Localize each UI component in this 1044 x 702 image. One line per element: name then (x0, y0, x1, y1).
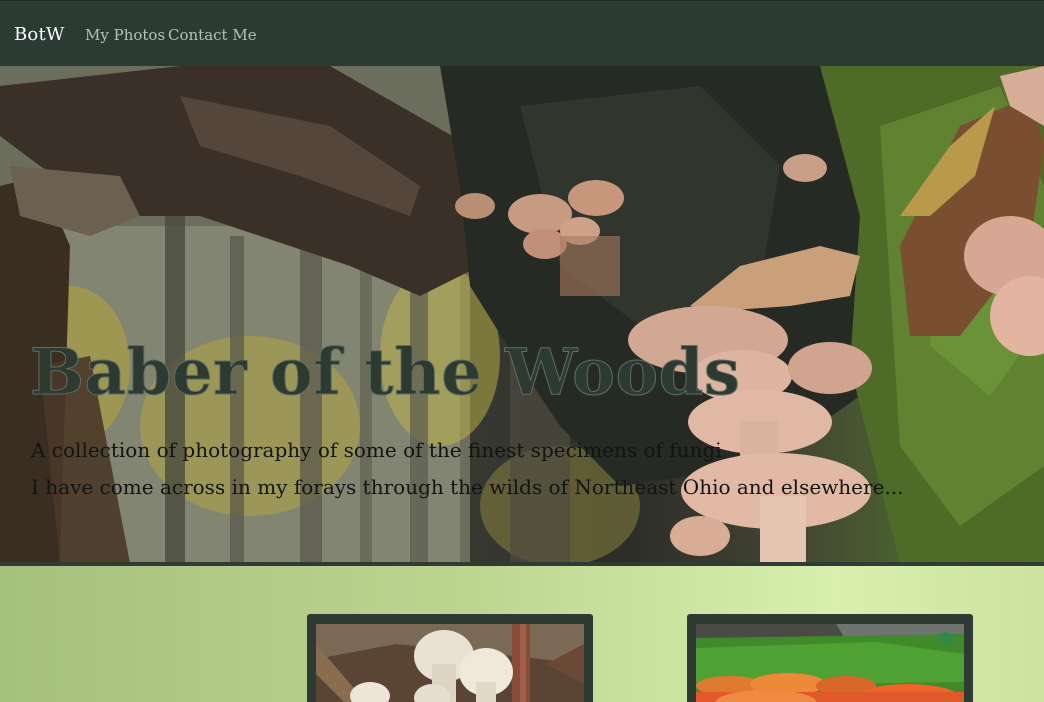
gallery-photo-orange-fungi[interactable] (696, 624, 964, 702)
gallery-card-orange-fungi[interactable] (687, 614, 973, 702)
nav-link-contact-me[interactable]: Contact Me (168, 26, 257, 44)
navbar: BotW My Photos Contact Me (0, 0, 1044, 66)
gallery-card-puffballs[interactable] (307, 614, 593, 702)
hero-banner: Baber of the Woods A collection of photo… (0, 66, 1044, 563)
gallery-photo-puffballs[interactable] (316, 624, 584, 702)
hero-subtitle-line-2: I have come across in my forays through … (31, 475, 904, 499)
nav-link-my-photos[interactable]: My Photos (85, 26, 165, 44)
brand-link[interactable]: BotW (14, 24, 65, 45)
hero-subtitle-line-1: A collection of photography of some of t… (31, 438, 722, 462)
hero-title: Baber of the Woods (29, 335, 741, 410)
photo-gallery (0, 566, 1044, 702)
